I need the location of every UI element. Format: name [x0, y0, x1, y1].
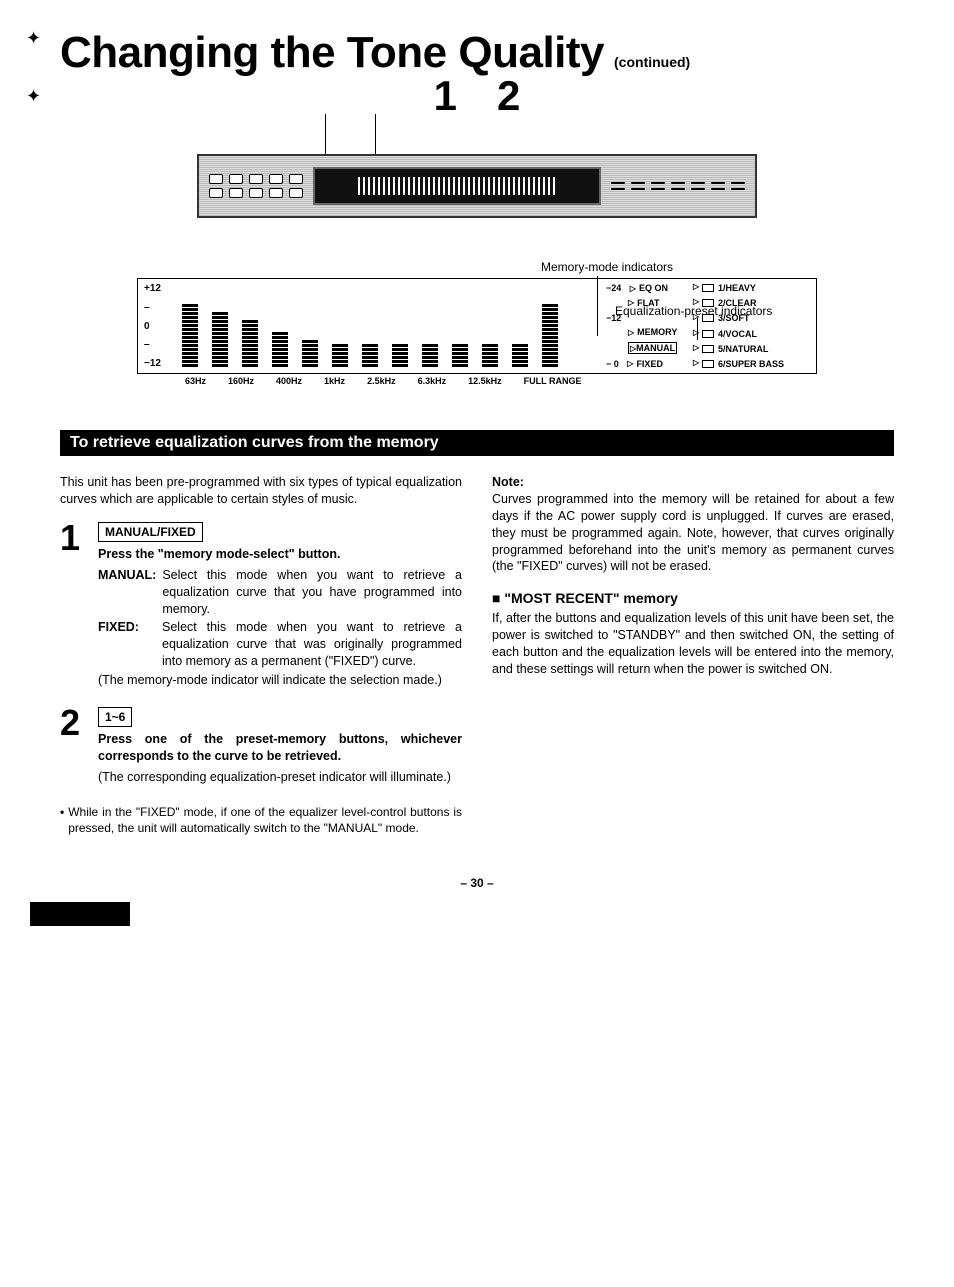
step1-manual-term: MANUAL: [98, 567, 156, 618]
most-recent-body: If, after the buttons and equalization l… [492, 610, 894, 678]
leader-lines [197, 114, 757, 154]
step2-note: (The corresponding equalization-preset i… [98, 769, 462, 786]
binding-mark-2: ✦ [26, 86, 41, 107]
display-detail: +12 – 0 – −12 − [137, 278, 817, 374]
binding-mark-top: ✦ [26, 28, 41, 49]
step1-fixed-val: Select this mode when you want to retrie… [162, 619, 462, 670]
most-recent-heading: "MOST RECENT" memory [492, 589, 894, 608]
step1-manual-val: Select this mode when you want to retrie… [162, 567, 462, 618]
step1-title: Press the "memory mode-select" button. [98, 546, 462, 563]
step2-box-label: 1~6 [98, 707, 132, 727]
intro-paragraph: This unit has been pre-programmed with s… [60, 474, 462, 508]
page-title: Changing the Tone Quality [60, 28, 604, 78]
leader-number-2: 2 [497, 72, 520, 120]
preset-indicator-column: 1/HEAVY 2/CLEAR 3/SOFT 4/VOCAL 5/NATURAL… [702, 283, 812, 369]
x-axis-labels: 63Hz 160Hz 400Hz 1kHz 2.5kHz 6.3kHz 12.5… [137, 376, 817, 386]
step2-title: Press one of the preset-memory buttons, … [98, 731, 462, 765]
bullet-dot: • [60, 804, 64, 836]
unit-display [313, 167, 601, 205]
callout-memory-mode: Memory-mode indicators [541, 260, 673, 274]
fixed-mode-note: While in the "FIXED" mode, if one of the… [68, 804, 462, 836]
step-number-1: 1 [60, 522, 88, 689]
note-body: Curves programmed into the memory will b… [492, 491, 894, 575]
page-number: – 30 – [60, 876, 894, 890]
section-heading: To retrieve equalization curves from the… [60, 430, 894, 456]
right-buttons [611, 182, 745, 190]
footer-scan-artifact [30, 902, 130, 926]
y-axis: +12 – 0 – −12 [144, 283, 172, 369]
left-buttons [209, 174, 303, 198]
eq-bars [182, 285, 596, 367]
step1-note: (The memory-mode indicator will indicate… [98, 672, 462, 689]
mode-indicator-column: −24 ▷EQ ON ▷FLAT −12 ▷MEMORY ▷MANUAL − 0… [606, 283, 694, 369]
page-title-continued: (continued) [614, 54, 690, 70]
step1-box-label: MANUAL/FIXED [98, 522, 203, 542]
leader-number-1: 1 [434, 72, 457, 120]
note-label: Note: [492, 474, 894, 491]
equalizer-unit-illustration [197, 154, 757, 218]
step1-fixed-term: FIXED: [98, 619, 156, 670]
step-number-2: 2 [60, 707, 88, 786]
